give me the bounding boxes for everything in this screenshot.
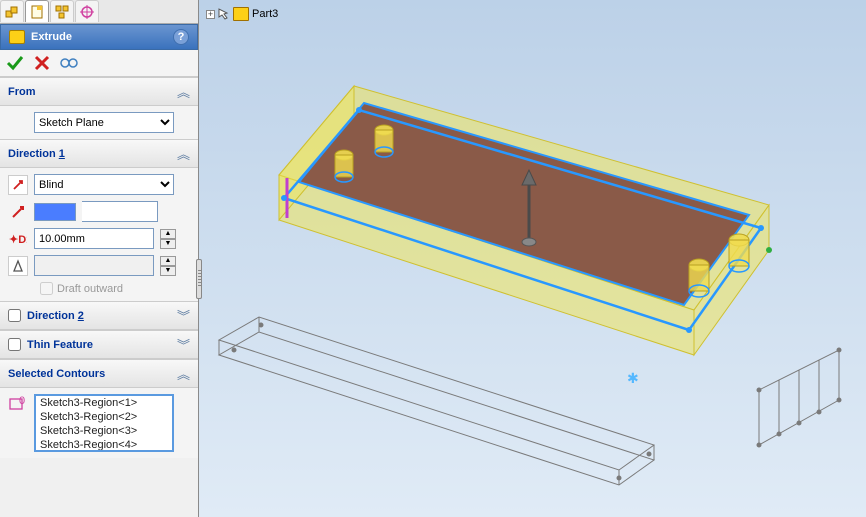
property-manager-panel: Extrude ? From ︽ Sketch Plane Direction … (0, 0, 199, 517)
draft-outward-label: Draft outward (57, 283, 123, 295)
direction2-checkbox[interactable] (8, 309, 21, 322)
draft-button[interactable] (8, 256, 28, 276)
section-from: From ︽ Sketch Plane (0, 77, 198, 139)
property-icon (30, 5, 44, 19)
list-item[interactable]: Sketch3-Region<4> (36, 438, 172, 452)
chevron-down-icon: ︾ (177, 306, 190, 325)
depth-spinner: ▲ ▼ (160, 229, 176, 249)
depth-input[interactable] (34, 228, 154, 249)
draft-outward-checkbox[interactable] (40, 282, 53, 295)
thin-feature-checkbox[interactable] (8, 338, 21, 351)
depth-decrease-button[interactable]: ▼ (160, 239, 176, 249)
section-selected-contours-header[interactable]: Selected Contours ︽ (0, 360, 198, 388)
svg-text:✦D1: ✦D1 (9, 234, 27, 246)
depth-increase-button[interactable]: ▲ (160, 229, 176, 239)
tab-dimxpert[interactable] (75, 0, 99, 22)
config-icon (55, 5, 69, 19)
panel-title-text: Extrude (31, 31, 72, 43)
model-scene (199, 0, 866, 517)
section-direction1-header[interactable]: Direction 1 ︽ (0, 140, 198, 168)
contours-listbox[interactable]: Sketch3-Region<1> Sketch3-Region<2> Sket… (34, 394, 174, 452)
section-direction1-label: Direction 1 (8, 148, 65, 160)
assembly-icon (5, 5, 19, 19)
detailed-preview-button[interactable] (60, 55, 80, 71)
draft-angle-input[interactable] (34, 255, 154, 276)
section-direction2-header[interactable]: Direction 2 ︾ (0, 302, 198, 330)
section-direction2-label: Direction 2 (27, 310, 84, 322)
draft-decrease-button[interactable]: ▼ (160, 266, 176, 276)
section-thin-feature-label: Thin Feature (27, 339, 93, 351)
reverse-direction-button[interactable] (8, 175, 28, 195)
graphics-viewport[interactable]: + Part3 ✱ (199, 0, 866, 517)
panel-title-bar: Extrude ? (0, 24, 198, 50)
section-thin-feature-header[interactable]: Thin Feature ︾ (0, 331, 198, 359)
from-plane-select[interactable]: Sketch Plane (34, 112, 174, 133)
list-item[interactable]: Sketch3-Region<2> (36, 410, 172, 424)
extrude-icon (9, 30, 25, 44)
section-selected-contours: Selected Contours ︽ 0 Sketch3-Region<1> … (0, 359, 198, 458)
panel-tabs (0, 0, 198, 24)
direction-vector-icon[interactable] (8, 202, 28, 222)
crosshair-icon (80, 5, 94, 19)
tab-property-manager[interactable] (25, 0, 49, 22)
depth-icon: ✦D1 (8, 229, 28, 249)
action-bar (0, 50, 198, 77)
direction-reference-field[interactable] (82, 201, 158, 222)
chevron-up-icon: ︽ (177, 82, 190, 101)
section-direction2: Direction 2 ︾ (0, 301, 198, 330)
section-selected-contours-label: Selected Contours (8, 368, 105, 380)
section-direction1: Direction 1 ︽ Blind ✦D1 (0, 139, 198, 301)
section-from-header[interactable]: From ︽ (0, 78, 198, 106)
chevron-up-icon: ︽ (177, 364, 190, 383)
draft-increase-button[interactable]: ▲ (160, 256, 176, 266)
chevron-up-icon: ︽ (177, 144, 190, 163)
end-condition-select[interactable]: Blind (34, 174, 174, 195)
svg-text:0: 0 (19, 396, 25, 407)
ok-button[interactable] (6, 54, 24, 72)
section-from-label: From (8, 86, 36, 98)
help-button[interactable]: ? (173, 29, 189, 45)
direction-selection-box[interactable] (34, 203, 76, 221)
draft-spinner: ▲ ▼ (160, 256, 176, 276)
tab-configuration-manager[interactable] (50, 0, 74, 22)
list-item[interactable]: Sketch3-Region<1> (36, 396, 172, 410)
list-item[interactable]: Sketch3-Region<3> (36, 424, 172, 438)
section-thin-feature: Thin Feature ︾ (0, 330, 198, 359)
tab-feature-manager[interactable] (0, 0, 24, 22)
contour-icon: 0 (8, 394, 28, 414)
chevron-down-icon: ︾ (177, 335, 190, 354)
cancel-button[interactable] (34, 55, 50, 71)
